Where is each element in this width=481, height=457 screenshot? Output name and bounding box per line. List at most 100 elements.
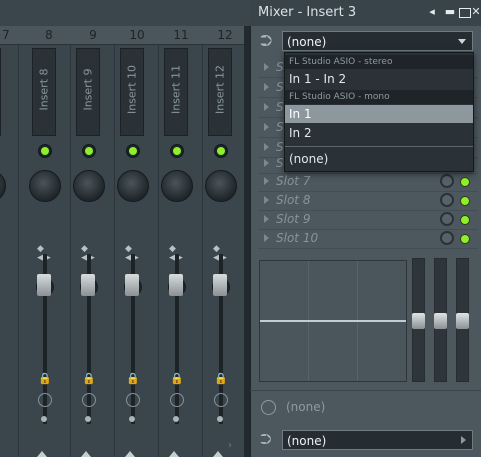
pan-knob[interactable]: [0, 170, 6, 202]
effect-slot-10[interactable]: Slot 10: [258, 229, 478, 249]
eq-mid-fader[interactable]: [434, 258, 447, 382]
strip-name-box[interactable]: Insert 9: [76, 48, 100, 136]
strip-name: Insert 12: [213, 64, 227, 115]
audio-output-select[interactable]: (none): [282, 430, 473, 450]
eq-fader-handle[interactable]: [412, 313, 425, 329]
slot-mix-knob[interactable]: [440, 231, 454, 245]
strip-name: Insert 9: [81, 68, 95, 111]
route-dot[interactable]: [217, 416, 223, 422]
strip-name: Insert 8: [37, 68, 51, 111]
pan-knob[interactable]: [205, 170, 237, 202]
route-dot[interactable]: [129, 416, 135, 422]
strip-name: Insert 10: [125, 64, 139, 115]
slot-arrow-icon[interactable]: [264, 63, 269, 71]
pan-knob[interactable]: [73, 170, 105, 202]
delay-clock-icon[interactable]: [170, 393, 184, 407]
volume-fader-handle[interactable]: [169, 274, 183, 296]
strip-number-bar: 7 8 9 10 11 12: [0, 26, 250, 45]
delay-clock-icon[interactable]: [214, 393, 228, 407]
audio-input-select[interactable]: (none): [282, 31, 473, 51]
eq-fader-handle[interactable]: [434, 313, 447, 329]
menu-group-header: FL Studio ASIO - mono: [285, 90, 473, 104]
lock-icon[interactable]: 🔒: [170, 372, 184, 386]
strip-name-box[interactable]: Insert 10: [120, 48, 144, 136]
lock-icon[interactable]: 🔒: [214, 372, 228, 386]
strip-name-box[interactable]: Insert 11: [164, 48, 188, 136]
effect-slot-9[interactable]: Slot 9: [258, 210, 478, 230]
eq-display[interactable]: [259, 260, 407, 382]
route-arrow-icon[interactable]: [81, 451, 91, 457]
strip-name-box[interactable]: Insert 8: [32, 48, 56, 136]
volume-fader-handle[interactable]: [81, 274, 95, 296]
mixer-strip-9[interactable]: Insert 9 ◆◀▶ 🔒: [71, 44, 115, 457]
mixer-strip-11[interactable]: Insert 11 ◆◀▶ 🔒: [159, 44, 203, 457]
menu-item-in1-in2[interactable]: In 1 - In 2: [285, 70, 473, 88]
slot-arrow-icon[interactable]: [264, 143, 269, 151]
strip-number: 11: [173, 28, 189, 42]
slot-enable-led[interactable]: [460, 215, 470, 225]
slot-arrow-icon[interactable]: [264, 196, 269, 204]
route-arrow-icon[interactable]: [213, 451, 223, 457]
effect-slot-8[interactable]: Slot 8: [258, 191, 478, 211]
route-arrow-icon[interactable]: [125, 451, 135, 457]
scroll-right-icon[interactable]: ›: [228, 440, 232, 451]
slot-arrow-icon[interactable]: [264, 234, 269, 242]
slot-enable-led[interactable]: [460, 196, 470, 206]
route-dot[interactable]: [41, 416, 47, 422]
strip-enable-led[interactable]: [214, 144, 228, 158]
slot-arrow-icon[interactable]: [264, 123, 269, 131]
eq-low-fader[interactable]: [412, 258, 425, 382]
volume-fader-handle[interactable]: [213, 274, 227, 296]
delay-clock-icon[interactable]: [82, 393, 96, 407]
strip-divider: [18, 44, 19, 457]
strip-enable-led[interactable]: [38, 144, 52, 158]
latency-value[interactable]: (none): [286, 400, 325, 414]
strip-name-box[interactable]: [0, 48, 1, 136]
lock-icon[interactable]: 🔒: [38, 372, 52, 386]
route-arrow-icon[interactable]: [37, 451, 47, 457]
slot-arrow-icon[interactable]: [264, 83, 269, 91]
mixer-strip-10[interactable]: Insert 10 ◆◀▶ 🔒: [115, 44, 159, 457]
menu-item-in2[interactable]: In 2: [285, 124, 473, 142]
strip-enable-led[interactable]: [170, 144, 184, 158]
audio-output-icon: ⮊: [260, 430, 272, 448]
delay-clock-icon[interactable]: [126, 393, 140, 407]
pan-knob[interactable]: [161, 170, 193, 202]
slot-arrow-icon[interactable]: [264, 215, 269, 223]
slot-mix-knob[interactable]: [440, 212, 454, 226]
slot-mix-knob[interactable]: [440, 174, 454, 188]
strip-enable-led[interactable]: [126, 144, 140, 158]
effect-slot-7[interactable]: Slot 7: [258, 172, 478, 192]
route-dot[interactable]: [173, 416, 179, 422]
close-icon[interactable]: ✕: [469, 5, 481, 19]
volume-fader-handle[interactable]: [125, 274, 139, 296]
minimize-icon[interactable]: ▬: [443, 5, 457, 19]
slot-mix-knob[interactable]: [440, 193, 454, 207]
strip-name: Insert 11: [169, 64, 183, 115]
mixer-strip-12[interactable]: Insert 12 ◆◀▶ 🔒: [203, 44, 247, 457]
dropdown-arrow-icon[interactable]: ◂: [425, 5, 439, 19]
menu-item-none[interactable]: (none): [285, 150, 473, 168]
strip-enable-led[interactable]: [82, 144, 96, 158]
route-arrow-icon[interactable]: [169, 451, 179, 457]
mixer-strip-8[interactable]: Insert 8 ◆◀▶ 🔒: [27, 44, 71, 457]
eq-fader-handle[interactable]: [456, 313, 469, 329]
route-dot[interactable]: [85, 416, 91, 422]
lock-icon[interactable]: 🔒: [126, 372, 140, 386]
delay-clock-icon[interactable]: [38, 393, 52, 407]
lock-icon[interactable]: 🔒: [82, 372, 96, 386]
slot-enable-led[interactable]: [460, 234, 470, 244]
slot-arrow-icon[interactable]: [264, 177, 269, 185]
volume-fader-handle[interactable]: [37, 274, 51, 296]
eq-high-fader[interactable]: [456, 258, 469, 382]
slot-arrow-icon[interactable]: [264, 159, 269, 167]
pan-knob[interactable]: [117, 170, 149, 202]
slot-enable-led[interactable]: [460, 177, 470, 187]
slot-label: Slot 9: [276, 212, 311, 226]
mixer-strip-7[interactable]: ◆◀▶ 🔒: [0, 44, 16, 457]
chevron-down-icon: [458, 39, 466, 44]
slot-arrow-icon[interactable]: [264, 103, 269, 111]
strip-name-box[interactable]: Insert 12: [208, 48, 232, 136]
menu-item-in1[interactable]: In 1: [285, 105, 473, 123]
pan-knob[interactable]: [29, 170, 61, 202]
